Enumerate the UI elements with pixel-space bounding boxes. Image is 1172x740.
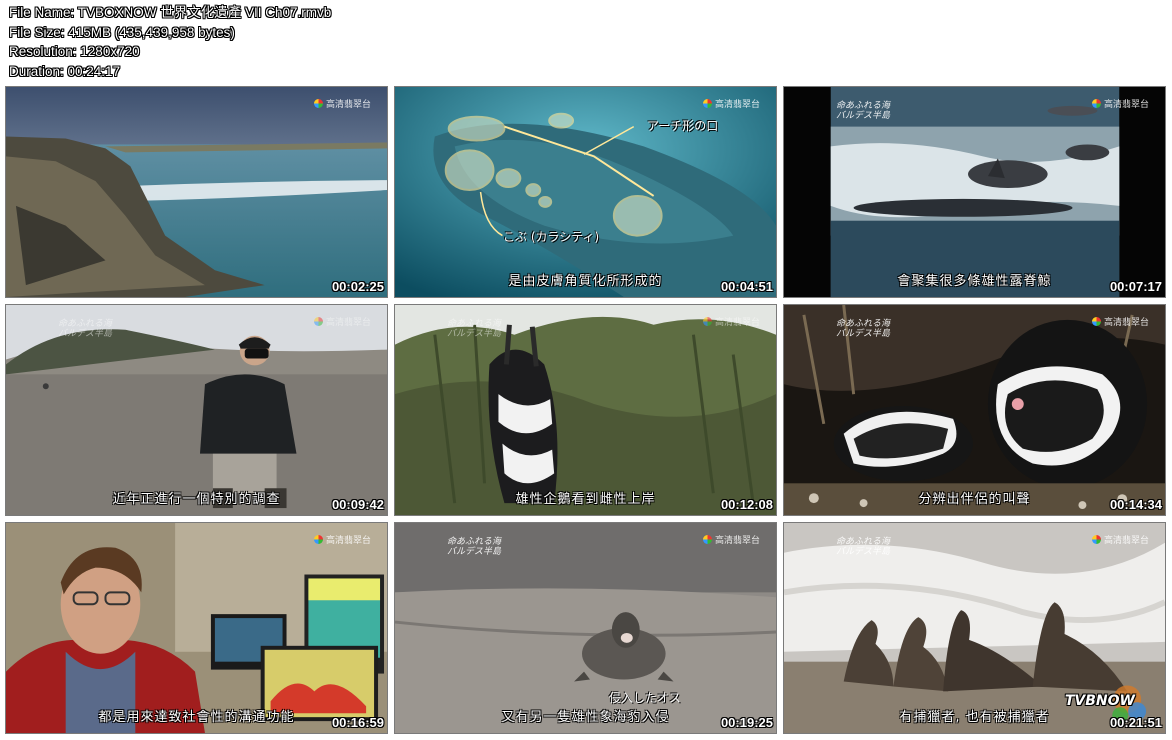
tvb-logo-icon [313, 317, 323, 326]
subtitle: 都是用來達致社會性的溝通功能 [98, 710, 295, 725]
program-title-jp: 命あふれる海 バルデス半島 [836, 319, 891, 339]
annotation-arch-mouth: アーチ形の口 [647, 119, 719, 133]
subtitle: 會聚集很多條雄性露脊鯨 [897, 274, 1052, 289]
thumbnail-9[interactable]: 命あふれる海 バルデス半島 高清翡翠台 TVBNOW 有捕獵者, 也有被捕獵者 0… [783, 522, 1166, 734]
subtitle: 又有另一隻雄性象海豹入侵 [501, 710, 670, 725]
program-title-jp: 命あふれる海 バルデス半島 [836, 537, 891, 557]
annotation-intruding-male: 侵入したオス [609, 691, 682, 705]
thumbnail-grid: 高清翡翠台 00:02:25 高清翡翠台 アーチ形の口 こぶ (カラシティ) 是… [0, 0, 1172, 740]
tvb-logo-icon [702, 535, 712, 544]
thumbnail-6[interactable]: 命あふれる海 バルデス半島 高清翡翠台 分辨出伴侶的叫聲 00:14:34 [783, 304, 1166, 516]
channel-logo: 高清翡翠台 [1091, 97, 1149, 110]
channel-logo: 高清翡翠台 [313, 533, 371, 546]
thumbnail-3[interactable]: 高清翡翠台 命あふれる海 バルデス半島 會聚集很多條雄性露脊鯨 00:07:17 [783, 86, 1166, 298]
thumbnail-4[interactable]: 命あふれる海 バルデス半島 高清翡翠台 近年正進行一個特別的調查 00:09:42 [5, 304, 388, 516]
channel-logo: 高清翡翠台 [313, 97, 371, 110]
timestamp: 00:21:51 [1109, 715, 1162, 730]
channel-logo: 高清翡翠台 [1091, 315, 1149, 328]
annotation-callosity: こぶ (カラシティ) [503, 230, 600, 244]
timestamp: 00:16:59 [331, 715, 384, 730]
scientist-lab-image [6, 523, 387, 733]
subtitle: 分辨出伴侶的叫聲 [918, 492, 1031, 507]
channel-logo: 高清翡翠台 [1091, 533, 1149, 546]
subtitle: 雄性企鵝看到雌性上岸 [515, 492, 656, 507]
timestamp: 00:07:17 [1109, 279, 1162, 294]
thumbnail-2[interactable]: 高清翡翠台 アーチ形の口 こぶ (カラシティ) 是由皮膚角質化所形成的 00:0… [394, 86, 777, 298]
tvb-logo-icon [1091, 535, 1101, 544]
coast-cliff-image [6, 87, 387, 297]
subtitle: 有捕獵者, 也有被捕獵者 [899, 710, 1050, 725]
tvb-logo-icon [1091, 99, 1101, 108]
timestamp: 00:04:51 [720, 279, 773, 294]
timestamp: 00:09:42 [331, 497, 384, 512]
tvb-logo-icon [702, 99, 712, 108]
channel-logo: 高清翡翠台 [702, 97, 760, 110]
timestamp: 00:02:25 [331, 279, 384, 294]
program-title-jp: 命あふれる海 バルデス半島 [58, 319, 113, 339]
tvb-logo-icon [702, 317, 712, 326]
channel-logo: 高清翡翠台 [702, 533, 760, 546]
channel-logo: 高清翡翠台 [313, 315, 371, 328]
tvb-logo-icon [313, 99, 323, 108]
thumbnail-1[interactable]: 高清翡翠台 00:02:25 [5, 86, 388, 298]
subtitle: 近年正進行一個特別的調查 [112, 492, 281, 507]
thumbnail-8[interactable]: 命あふれる海 バルデス半島 高清翡翠台 侵入したオス 又有另一隻雄性象海豹入侵 0… [394, 522, 777, 734]
tvb-logo-icon [313, 535, 323, 544]
thumbnail-5[interactable]: 命あふれる海 バルデス半島 高清翡翠台 雄性企鵝看到雌性上岸 00:12:08 [394, 304, 777, 516]
thumbnail-7[interactable]: 高清翡翠台 都是用來達致社會性的溝通功能 00:16:59 [5, 522, 388, 734]
timestamp: 00:14:34 [1109, 497, 1162, 512]
tvb-logo-icon [1091, 317, 1101, 326]
program-title-jp: 命あふれる海 バルデス半島 [836, 101, 891, 121]
whale-underwater-image [395, 87, 776, 297]
program-title-jp: 命あふれる海 バルデス半島 [447, 537, 502, 557]
timestamp: 00:12:08 [720, 497, 773, 512]
subtitle: 是由皮膚角質化所形成的 [508, 274, 663, 289]
channel-logo: 高清翡翠台 [702, 315, 760, 328]
program-title-jp: 命あふれる海 バルデス半島 [447, 319, 502, 339]
timestamp: 00:19:25 [720, 715, 773, 730]
